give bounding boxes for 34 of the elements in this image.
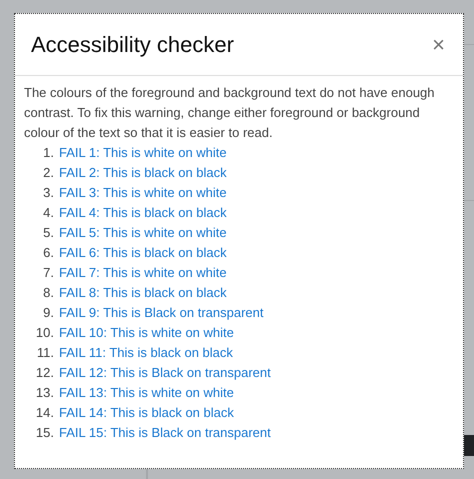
issue-link[interactable]: FAIL 5: This is white on white — [59, 223, 227, 243]
issue-link[interactable]: FAIL 8: This is black on black — [59, 283, 227, 303]
issue-link[interactable]: FAIL 2: This is black on black — [59, 163, 227, 183]
list-number: 2. — [42, 164, 54, 182]
issue-link[interactable]: FAIL 6: This is black on black — [59, 243, 227, 263]
issue-link[interactable]: FAIL 15: This is Black on transparent — [59, 423, 271, 443]
issue-link[interactable]: FAIL 3: This is white on white — [59, 183, 227, 203]
issue-link[interactable]: FAIL 11: This is black on black — [59, 343, 233, 363]
list-number: 11. — [36, 344, 54, 362]
list-number: 4. — [42, 204, 54, 222]
close-button[interactable]: × — [428, 32, 449, 58]
issue-link[interactable]: FAIL 14: This is black on black — [59, 403, 234, 423]
list-number: 3. — [42, 184, 54, 202]
list-number: 10. — [34, 324, 54, 342]
issue-link[interactable]: FAIL 12: This is Black on transparent — [59, 363, 271, 383]
list-number: 1. — [42, 144, 54, 162]
list-number: 15. — [34, 424, 54, 442]
list-number: 14. — [34, 404, 54, 422]
issue-link[interactable]: FAIL 4: This is black on black — [59, 203, 227, 223]
issue-link[interactable]: FAIL 13: This is white on white — [59, 383, 234, 403]
list-number: 7. — [42, 264, 54, 282]
issue-link[interactable]: FAIL 10: This is white on white — [59, 323, 234, 343]
issue-link[interactable]: FAIL 7: This is white on white — [59, 263, 227, 283]
list-number: 13. — [34, 384, 54, 402]
warning-message: The colours of the foreground and background text do not have enough contrast. To fix this warning, change either foreground or background colour of the text so that it is easier to read. — [24, 84, 436, 142]
dialog-title: Accessibility checker — [31, 32, 234, 58]
list-number: 5. — [42, 224, 54, 242]
issue-link[interactable]: FAIL 9: This is Black on transparent — [59, 303, 264, 323]
list-number: 8. — [42, 284, 54, 302]
issue-link[interactable]: FAIL 1: This is white on white — [59, 143, 227, 163]
list-number: 6. — [42, 244, 54, 262]
background-bar — [463, 435, 474, 456]
list-number: 12. — [34, 364, 54, 382]
list-number: 9. — [42, 304, 54, 322]
